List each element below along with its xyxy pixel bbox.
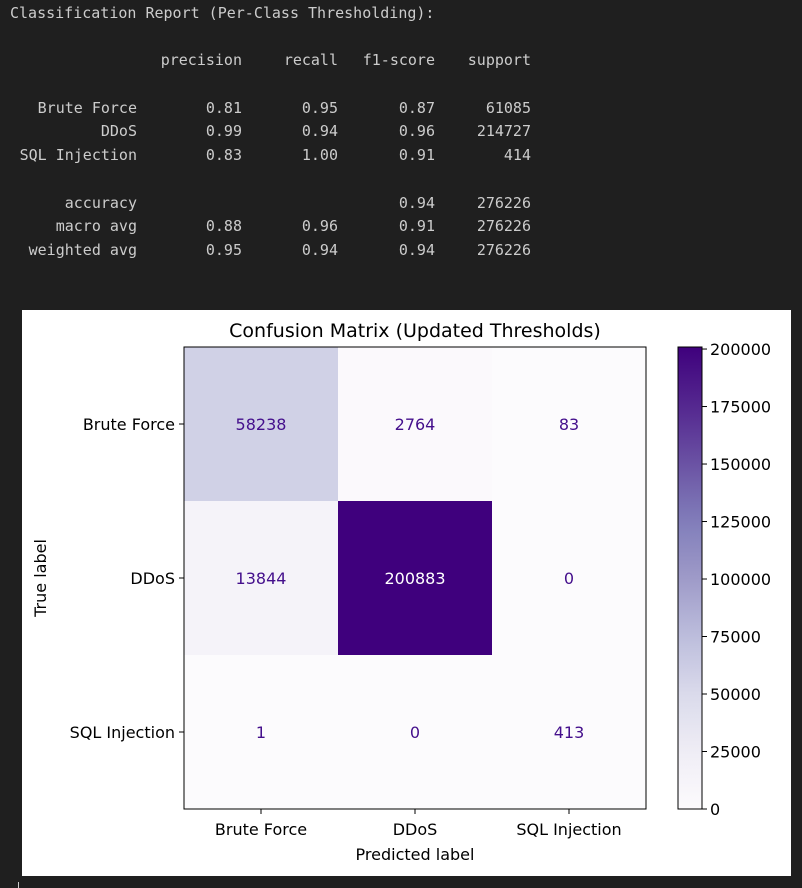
- report-cell-f1: 0.87: [398, 99, 435, 117]
- cell-value-label: 200883: [384, 569, 445, 588]
- confusion-matrix-chart: Confusion Matrix (Updated Thresholds) 582…: [31, 320, 771, 864]
- colorbar: [677, 346, 703, 810]
- cell-value-label: 13844: [236, 569, 287, 588]
- chart-title: Confusion Matrix (Updated Thresholds): [229, 320, 601, 342]
- colorbar-tick-label: 0: [710, 800, 720, 819]
- report-summary-label: accuracy: [64, 194, 137, 212]
- report-summary-support: 276226: [476, 194, 531, 212]
- report-summary-recall: 0.94: [301, 241, 338, 259]
- output-cursor-mark: [18, 882, 25, 888]
- cell-value-label: 1: [256, 723, 266, 742]
- y-tick-label: SQL Injection: [70, 723, 175, 742]
- report-row-label: DDoS: [100, 122, 137, 140]
- report-title: Classification Report (Per-Class Thresho…: [10, 4, 435, 22]
- colorbar-tick-label: 50000: [710, 685, 761, 704]
- report-summary-label: macro avg: [55, 217, 137, 235]
- x-tick-label: Brute Force: [215, 820, 307, 839]
- report-summary-f1: 0.91: [398, 217, 435, 235]
- colorbar-tick-label: 175000: [710, 398, 771, 417]
- cell-value-label: 0: [564, 569, 574, 588]
- report-cell-f1: 0.96: [398, 122, 435, 140]
- report-cell-f1: 0.91: [398, 146, 435, 164]
- report-header-precision: precision: [160, 51, 242, 69]
- report-row-label: SQL Injection: [19, 146, 137, 164]
- y-tick-label: Brute Force: [83, 415, 175, 434]
- colorbar-tick-label: 125000: [710, 513, 771, 532]
- report-cell-precision: 0.83: [205, 146, 242, 164]
- report-cell-recall: 0.95: [301, 99, 338, 117]
- report-cell-precision: 0.81: [205, 99, 242, 117]
- x-axis-label: Predicted label: [356, 845, 475, 864]
- report-cell-precision: 0.99: [205, 122, 242, 140]
- y-axis-label: True label: [31, 539, 50, 618]
- x-tick-label: SQL Injection: [516, 820, 621, 839]
- report-header-support: support: [467, 51, 531, 69]
- report-summary-label: weighted avg: [28, 241, 137, 259]
- confusion-matrix-figure: Confusion Matrix (Updated Thresholds) 582…: [22, 310, 791, 876]
- cell-value-label: 2764: [395, 415, 436, 434]
- report-cell-support: 414: [503, 146, 531, 164]
- report-summary-precision: 0.88: [205, 217, 242, 235]
- cell-value-label: 0: [410, 723, 420, 742]
- cell-value-label: 58238: [236, 415, 287, 434]
- report-summary-support: 276226: [476, 241, 531, 259]
- cell-value-label: 83: [559, 415, 579, 434]
- x-tick-label: DDoS: [393, 820, 438, 839]
- report-header-f1-score: f1-score: [362, 51, 435, 69]
- cell-value-label: 413: [554, 723, 585, 742]
- report-summary-precision: 0.95: [205, 241, 242, 259]
- report-summary-f1: 0.94: [398, 241, 435, 259]
- colorbar-tick-label: 100000: [710, 570, 771, 589]
- report-cell-recall: 0.94: [301, 122, 338, 140]
- y-tick-label: DDoS: [130, 569, 175, 588]
- colorbar-tick-label: 75000: [710, 628, 761, 647]
- report-row-label: Brute Force: [37, 99, 137, 117]
- report-cell-support: 61085: [485, 99, 531, 117]
- report-cell-support: 214727: [476, 122, 531, 140]
- colorbar-tick-label: 150000: [710, 455, 771, 474]
- report-cell-recall: 1.00: [301, 146, 338, 164]
- report-summary-support: 276226: [476, 217, 531, 235]
- classification-report: Classification Report (Per-Class Thresho…: [0, 0, 802, 300]
- colorbar-tick-label: 200000: [710, 340, 771, 359]
- report-summary-recall: 0.96: [301, 217, 338, 235]
- colorbar-tick-label: 25000: [710, 743, 761, 762]
- report-summary-f1: 0.94: [398, 194, 435, 212]
- report-header-recall: recall: [283, 51, 338, 69]
